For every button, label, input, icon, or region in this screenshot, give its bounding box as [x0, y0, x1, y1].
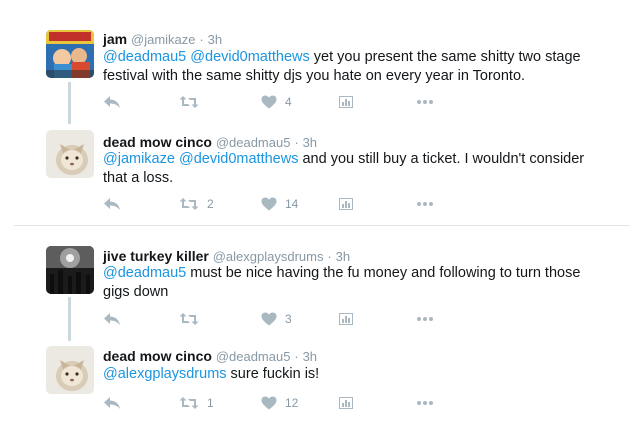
- display-name[interactable]: jive turkey killer: [103, 248, 209, 264]
- like-count: 4: [285, 95, 292, 109]
- like-button[interactable]: 3: [261, 310, 292, 328]
- more-dots-icon: [417, 202, 433, 206]
- retweet-button[interactable]: [179, 310, 207, 328]
- analytics-button[interactable]: [339, 394, 353, 412]
- analytics-icon: [339, 96, 353, 108]
- retweet-icon: [179, 198, 199, 210]
- like-count: 12: [285, 396, 299, 410]
- user-handle[interactable]: @deadmau5: [216, 135, 291, 150]
- tweet-header: dead mow cinco @deadmau5 · 3h: [103, 134, 317, 150]
- separator: ·: [327, 249, 332, 264]
- analytics-icon: [339, 313, 353, 325]
- tweet[interactable]: jam @jamikaze · 3h @deadmau5 @devid0matt…: [0, 0, 643, 120]
- user-handle[interactable]: @alexgplaysdrums: [213, 249, 324, 264]
- separator: ·: [294, 135, 299, 150]
- retweet-button[interactable]: 2: [179, 195, 214, 213]
- tweet[interactable]: dead mow cinco @deadmau5 · 3h @alexgplay…: [0, 340, 643, 436]
- avatar[interactable]: [46, 246, 94, 294]
- reply-icon: [104, 313, 120, 325]
- analytics-button[interactable]: [339, 93, 353, 111]
- avatar[interactable]: [46, 130, 94, 178]
- cat-avatar-icon: [46, 130, 94, 178]
- display-name[interactable]: dead mow cinco: [103, 134, 212, 150]
- like-count: 3: [285, 312, 292, 326]
- analytics-icon: [339, 397, 353, 409]
- mention-link[interactable]: @devid0matthews: [190, 49, 310, 65]
- tweet[interactable]: dead mow cinco @deadmau5 · 3h @jamikaze …: [0, 124, 643, 224]
- user-handle[interactable]: @jamikaze: [131, 32, 196, 47]
- reply-icon: [104, 96, 120, 108]
- reply-button[interactable]: [103, 93, 121, 111]
- more-button[interactable]: [416, 310, 434, 328]
- tweet-text: @jamikaze @devid0matthews and you still …: [103, 150, 603, 188]
- timestamp[interactable]: 3h: [336, 249, 350, 264]
- mention-link[interactable]: @devid0matthews: [179, 151, 299, 167]
- mention-link[interactable]: @jamikaze: [103, 151, 175, 167]
- display-name[interactable]: dead mow cinco: [103, 348, 212, 364]
- avatar[interactable]: [46, 346, 94, 394]
- mention-link[interactable]: @deadmau5: [103, 49, 186, 65]
- retweet-button[interactable]: 1: [179, 394, 214, 412]
- tweet-text: @alexgplaysdrums sure fuckin is!: [103, 365, 603, 384]
- more-dots-icon: [417, 401, 433, 405]
- mention-link[interactable]: @deadmau5: [103, 265, 186, 281]
- timestamp[interactable]: 3h: [208, 32, 222, 47]
- like-button[interactable]: 14: [261, 195, 298, 213]
- like-button[interactable]: 12: [261, 394, 298, 412]
- retweet-icon: [179, 313, 199, 325]
- tweet-body: and you still buy a ticket. I wouldn't c…: [103, 151, 585, 186]
- retweet-icon: [179, 397, 199, 409]
- comic-art-avatar-icon: [46, 30, 94, 78]
- more-dots-icon: [417, 317, 433, 321]
- analytics-button[interactable]: [339, 195, 353, 213]
- timestamp[interactable]: 3h: [303, 349, 317, 364]
- tweet[interactable]: jive turkey killer @alexgplaysdrums · 3h…: [0, 226, 643, 340]
- like-button[interactable]: 4: [261, 93, 292, 111]
- heart-icon: [261, 197, 277, 211]
- mention-link[interactable]: @alexgplaysdrums: [103, 366, 227, 382]
- analytics-icon: [339, 198, 353, 210]
- concert-avatar-icon: [46, 246, 94, 294]
- reply-icon: [104, 397, 120, 409]
- separator: ·: [294, 349, 299, 364]
- separator: ·: [199, 32, 204, 47]
- display-name[interactable]: jam: [103, 31, 127, 47]
- timestamp[interactable]: 3h: [303, 135, 317, 150]
- reply-button[interactable]: [103, 310, 121, 328]
- more-button[interactable]: [416, 195, 434, 213]
- retweet-count: 2: [207, 197, 214, 211]
- tweet-text: @deadmau5 @devid0matthews yet you presen…: [103, 48, 603, 86]
- reply-icon: [104, 198, 120, 210]
- heart-icon: [261, 312, 277, 326]
- tweet-header: dead mow cinco @deadmau5 · 3h: [103, 348, 317, 364]
- tweet-header: jam @jamikaze · 3h: [103, 31, 222, 47]
- like-count: 14: [285, 197, 299, 211]
- tweet-text: @deadmau5 must be nice having the fu mon…: [103, 264, 603, 302]
- retweet-icon: [179, 96, 199, 108]
- heart-icon: [261, 95, 277, 109]
- heart-icon: [261, 396, 277, 410]
- avatar[interactable]: [46, 30, 94, 78]
- user-handle[interactable]: @deadmau5: [216, 349, 291, 364]
- more-button[interactable]: [416, 93, 434, 111]
- analytics-button[interactable]: [339, 310, 353, 328]
- retweet-count: 1: [207, 396, 214, 410]
- tweet-header: jive turkey killer @alexgplaysdrums · 3h: [103, 248, 350, 264]
- retweet-button[interactable]: [179, 93, 207, 111]
- cat-avatar-icon: [46, 346, 94, 394]
- reply-button[interactable]: [103, 195, 121, 213]
- reply-button[interactable]: [103, 394, 121, 412]
- tweet-body: sure fuckin is!: [226, 366, 320, 382]
- more-dots-icon: [417, 100, 433, 104]
- more-button[interactable]: [416, 394, 434, 412]
